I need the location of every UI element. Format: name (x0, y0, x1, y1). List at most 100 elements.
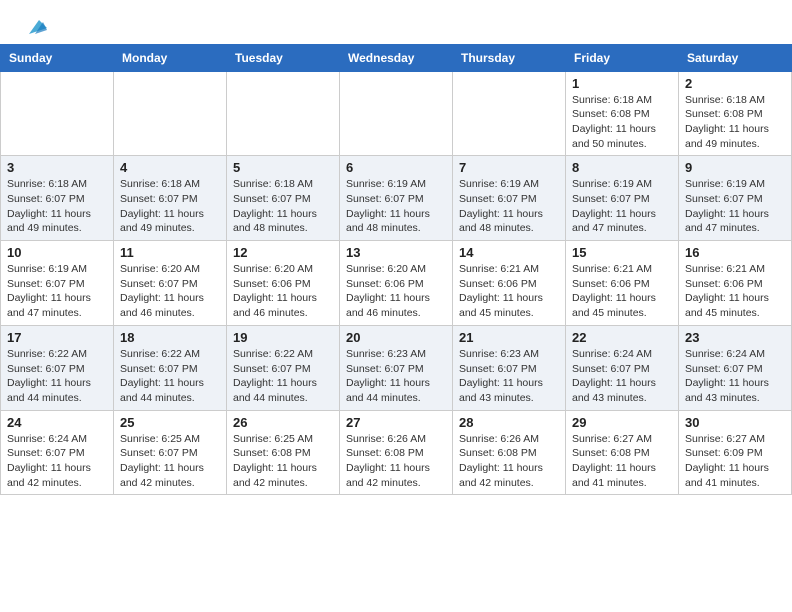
day-number: 7 (459, 160, 559, 175)
day-info: Sunrise: 6:23 AMSunset: 6:07 PMDaylight:… (346, 347, 446, 406)
calendar-cell (453, 71, 566, 156)
calendar-cell: 8 Sunrise: 6:19 AMSunset: 6:07 PMDaylight… (566, 156, 679, 241)
weekday-header-monday: Monday (114, 44, 227, 71)
logo-icon (25, 16, 47, 38)
weekday-header-wednesday: Wednesday (340, 44, 453, 71)
day-info: Sunrise: 6:24 AMSunset: 6:07 PMDaylight:… (7, 432, 107, 491)
day-number: 6 (346, 160, 446, 175)
day-info: Sunrise: 6:20 AMSunset: 6:07 PMDaylight:… (120, 262, 220, 321)
day-number: 8 (572, 160, 672, 175)
day-number: 25 (120, 415, 220, 430)
day-number: 5 (233, 160, 333, 175)
calendar-table: SundayMondayTuesdayWednesdayThursdayFrid… (0, 44, 792, 496)
day-number: 23 (685, 330, 785, 345)
day-info: Sunrise: 6:22 AMSunset: 6:07 PMDaylight:… (7, 347, 107, 406)
day-number: 26 (233, 415, 333, 430)
day-info: Sunrise: 6:25 AMSunset: 6:08 PMDaylight:… (233, 432, 333, 491)
day-number: 9 (685, 160, 785, 175)
day-number: 30 (685, 415, 785, 430)
day-info: Sunrise: 6:26 AMSunset: 6:08 PMDaylight:… (346, 432, 446, 491)
weekday-header-tuesday: Tuesday (227, 44, 340, 71)
day-info: Sunrise: 6:20 AMSunset: 6:06 PMDaylight:… (233, 262, 333, 321)
day-number: 10 (7, 245, 107, 260)
day-info: Sunrise: 6:27 AMSunset: 6:09 PMDaylight:… (685, 432, 785, 491)
day-info: Sunrise: 6:19 AMSunset: 6:07 PMDaylight:… (7, 262, 107, 321)
day-info: Sunrise: 6:21 AMSunset: 6:06 PMDaylight:… (572, 262, 672, 321)
calendar-cell (227, 71, 340, 156)
day-info: Sunrise: 6:21 AMSunset: 6:06 PMDaylight:… (459, 262, 559, 321)
calendar-cell: 13 Sunrise: 6:20 AMSunset: 6:06 PMDayligh… (340, 241, 453, 326)
day-info: Sunrise: 6:19 AMSunset: 6:07 PMDaylight:… (346, 177, 446, 236)
day-number: 16 (685, 245, 785, 260)
calendar-cell: 19 Sunrise: 6:22 AMSunset: 6:07 PMDayligh… (227, 325, 340, 410)
header (0, 0, 792, 44)
calendar-cell: 1Sunrise: 6:18 AMSunset: 6:08 PMDaylight… (566, 71, 679, 156)
calendar-cell: 12 Sunrise: 6:20 AMSunset: 6:06 PMDayligh… (227, 241, 340, 326)
day-info: Sunrise: 6:26 AMSunset: 6:08 PMDaylight:… (459, 432, 559, 491)
day-number: 4 (120, 160, 220, 175)
calendar-cell (340, 71, 453, 156)
calendar-cell: 15 Sunrise: 6:21 AMSunset: 6:06 PMDayligh… (566, 241, 679, 326)
day-number: 17 (7, 330, 107, 345)
day-info: Sunrise: 6:24 AMSunset: 6:07 PMDaylight:… (685, 347, 785, 406)
day-info: Sunrise: 6:18 AMSunset: 6:08 PMDaylight:… (685, 93, 785, 152)
day-info: Sunrise: 6:25 AMSunset: 6:07 PMDaylight:… (120, 432, 220, 491)
calendar-cell: 21Sunrise: 6:23 AMSunset: 6:07 PMDayligh… (453, 325, 566, 410)
calendar-cell: 27 Sunrise: 6:26 AMSunset: 6:08 PMDayligh… (340, 410, 453, 495)
calendar-cell: 16Sunrise: 6:21 AMSunset: 6:06 PMDayligh… (679, 241, 792, 326)
calendar-cell: 24 Sunrise: 6:24 AMSunset: 6:07 PMDayligh… (1, 410, 114, 495)
calendar-cell: 3Sunrise: 6:18 AMSunset: 6:07 PMDaylight… (1, 156, 114, 241)
calendar-cell: 29 Sunrise: 6:27 AMSunset: 6:08 PMDayligh… (566, 410, 679, 495)
day-number: 28 (459, 415, 559, 430)
day-number: 3 (7, 160, 107, 175)
day-info: Sunrise: 6:22 AMSunset: 6:07 PMDaylight:… (233, 347, 333, 406)
calendar-cell: 2 Sunrise: 6:18 AMSunset: 6:08 PMDaylight… (679, 71, 792, 156)
logo-text (24, 18, 47, 40)
calendar-cell: 14 Sunrise: 6:21 AMSunset: 6:06 PMDayligh… (453, 241, 566, 326)
day-info: Sunrise: 6:27 AMSunset: 6:08 PMDaylight:… (572, 432, 672, 491)
logo (24, 18, 47, 36)
day-number: 13 (346, 245, 446, 260)
day-number: 2 (685, 76, 785, 91)
calendar-cell: 18 Sunrise: 6:22 AMSunset: 6:07 PMDayligh… (114, 325, 227, 410)
calendar-cell: 28 Sunrise: 6:26 AMSunset: 6:08 PMDayligh… (453, 410, 566, 495)
weekday-header-thursday: Thursday (453, 44, 566, 71)
day-info: Sunrise: 6:24 AMSunset: 6:07 PMDaylight:… (572, 347, 672, 406)
day-info: Sunrise: 6:20 AMSunset: 6:06 PMDaylight:… (346, 262, 446, 321)
day-number: 12 (233, 245, 333, 260)
day-info: Sunrise: 6:19 AMSunset: 6:07 PMDaylight:… (459, 177, 559, 236)
calendar-cell: 17 Sunrise: 6:22 AMSunset: 6:07 PMDayligh… (1, 325, 114, 410)
day-info: Sunrise: 6:22 AMSunset: 6:07 PMDaylight:… (120, 347, 220, 406)
calendar-cell: 20 Sunrise: 6:23 AMSunset: 6:07 PMDayligh… (340, 325, 453, 410)
calendar-cell: 4 Sunrise: 6:18 AMSunset: 6:07 PMDaylight… (114, 156, 227, 241)
day-number: 29 (572, 415, 672, 430)
day-info: Sunrise: 6:18 AMSunset: 6:07 PMDaylight:… (120, 177, 220, 236)
day-number: 11 (120, 245, 220, 260)
day-number: 22 (572, 330, 672, 345)
day-number: 24 (7, 415, 107, 430)
calendar-cell (1, 71, 114, 156)
calendar-cell: 30 Sunrise: 6:27 AMSunset: 6:09 PMDayligh… (679, 410, 792, 495)
calendar-cell: 26 Sunrise: 6:25 AMSunset: 6:08 PMDayligh… (227, 410, 340, 495)
day-number: 14 (459, 245, 559, 260)
day-number: 19 (233, 330, 333, 345)
calendar-cell: 10 Sunrise: 6:19 AMSunset: 6:07 PMDayligh… (1, 241, 114, 326)
day-number: 27 (346, 415, 446, 430)
day-info: Sunrise: 6:19 AMSunset: 6:07 PMDaylight:… (685, 177, 785, 236)
calendar-cell: 23 Sunrise: 6:24 AMSunset: 6:07 PMDayligh… (679, 325, 792, 410)
calendar-cell: 25 Sunrise: 6:25 AMSunset: 6:07 PMDayligh… (114, 410, 227, 495)
calendar-cell: 6 Sunrise: 6:19 AMSunset: 6:07 PMDaylight… (340, 156, 453, 241)
day-number: 18 (120, 330, 220, 345)
day-info: Sunrise: 6:18 AMSunset: 6:07 PMDaylight:… (233, 177, 333, 236)
day-number: 20 (346, 330, 446, 345)
calendar-cell: 7 Sunrise: 6:19 AMSunset: 6:07 PMDaylight… (453, 156, 566, 241)
day-number: 15 (572, 245, 672, 260)
calendar-cell: 11 Sunrise: 6:20 AMSunset: 6:07 PMDayligh… (114, 241, 227, 326)
day-info: Sunrise: 6:19 AMSunset: 6:07 PMDaylight:… (572, 177, 672, 236)
calendar-cell: 5 Sunrise: 6:18 AMSunset: 6:07 PMDaylight… (227, 156, 340, 241)
calendar-cell (114, 71, 227, 156)
calendar-cell: 22 Sunrise: 6:24 AMSunset: 6:07 PMDayligh… (566, 325, 679, 410)
day-info: Sunrise: 6:23 AMSunset: 6:07 PMDaylight:… (459, 347, 559, 406)
day-number: 1 (572, 76, 672, 91)
calendar-cell: 9 Sunrise: 6:19 AMSunset: 6:07 PMDaylight… (679, 156, 792, 241)
